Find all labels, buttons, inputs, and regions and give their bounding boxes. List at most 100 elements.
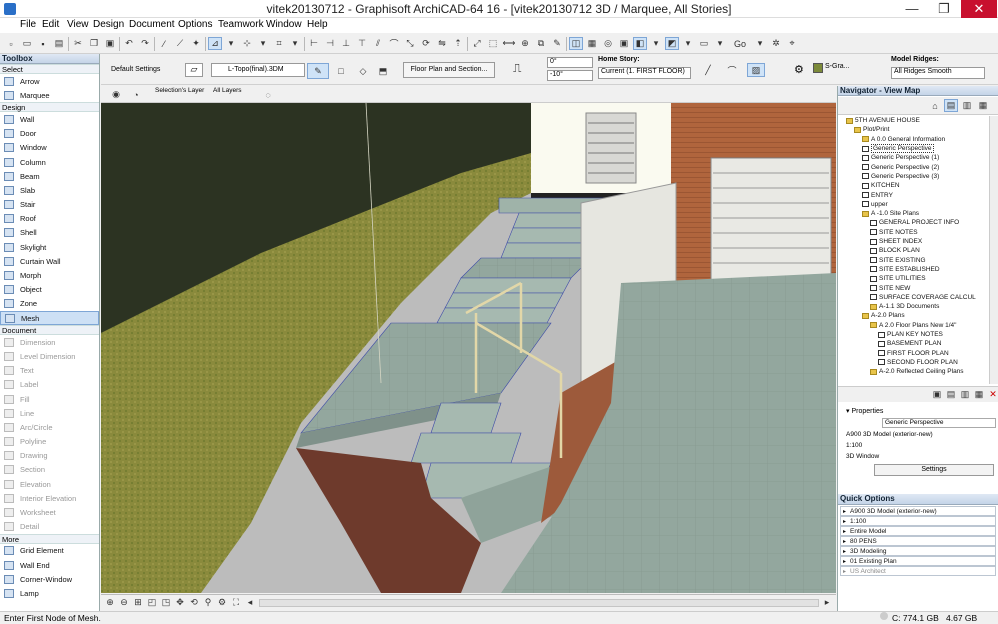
tool-beam[interactable]: Beam: [0, 169, 99, 183]
quick-option-row[interactable]: ▸ 1:100: [840, 516, 996, 526]
fit-in-window-icon[interactable]: ⊞: [131, 596, 145, 609]
new-file-icon[interactable]: ▫: [4, 37, 18, 50]
orbit-view-icon[interactable]: ⟲: [187, 596, 201, 609]
magic-wand-icon[interactable]: ✦: [189, 37, 203, 50]
camera-icon[interactable]: ▣: [617, 37, 631, 50]
toolbox-section-document[interactable]: Document: [0, 325, 99, 336]
tree-project[interactable]: 5TH AVENUE HOUSE: [846, 116, 920, 125]
mesh-method-rect-icon[interactable]: □: [333, 63, 349, 79]
floor-plan-section-button[interactable]: Floor Plan and Section...: [403, 62, 495, 78]
tree-view-item[interactable]: Generic Perspective (1): [862, 153, 939, 162]
tool-arrow[interactable]: Arrow: [0, 74, 99, 88]
ridge-type-icon[interactable]: ⌒: [723, 63, 741, 77]
perspective-dropdown-icon[interactable]: ▾: [681, 37, 695, 50]
rotate-icon[interactable]: ⟳: [419, 37, 433, 50]
tool-fill[interactable]: Fill: [0, 392, 99, 406]
tool-morph[interactable]: Morph: [0, 268, 99, 282]
tree-view-item[interactable]: SITE UTILITIES: [870, 274, 926, 283]
tool-level-dimension[interactable]: Level Dimension: [0, 349, 99, 363]
3d-style-dropdown-icon[interactable]: ▾: [649, 37, 663, 50]
toolbox-section-more[interactable]: More: [0, 533, 99, 544]
material-value[interactable]: S-Gra...: [825, 63, 850, 70]
tree-view-item[interactable]: GENERAL PROJECT INFO: [870, 218, 959, 227]
3d-window-icon[interactable]: ◫: [569, 37, 583, 50]
pick-up-icon[interactable]: ⁄: [157, 37, 171, 50]
menu-document[interactable]: Document: [129, 19, 175, 30]
view-settings-nav-icon[interactable]: ▦: [972, 388, 986, 401]
pen-icon[interactable]: ✎: [550, 37, 564, 50]
3d-style-icon[interactable]: ◧: [633, 37, 647, 50]
tool-line[interactable]: Line: [0, 406, 99, 420]
cut-icon[interactable]: ✂: [71, 37, 85, 50]
horizontal-scrollbar[interactable]: [259, 599, 819, 607]
menu-options[interactable]: Options: [178, 19, 212, 30]
tool-detail[interactable]: Detail: [0, 520, 99, 534]
save-icon[interactable]: ▪: [36, 37, 50, 50]
goto-button[interactable]: Go: [729, 37, 751, 50]
tree-folder[interactable]: A-2.0 Plans: [862, 311, 905, 320]
menu-design[interactable]: Design: [93, 19, 124, 30]
tree-folder[interactable]: A-2.0 Reflected Ceiling Plans: [870, 367, 964, 376]
grid-snap-icon[interactable]: ⌗: [272, 37, 286, 50]
tool-slab[interactable]: Slab: [0, 183, 99, 197]
guide-dropdown-icon[interactable]: ▾: [256, 37, 270, 50]
undo-icon[interactable]: ↶: [122, 37, 136, 50]
tool-worksheet[interactable]: Worksheet: [0, 505, 99, 519]
quick-option-row[interactable]: ▸ A900 3D Model (exterior-new): [840, 506, 996, 516]
mesh-method-rotated-icon[interactable]: ◇: [355, 63, 371, 79]
mesh-structure-icon[interactable]: ⬒: [375, 63, 391, 79]
next-zoom-icon[interactable]: ◳: [159, 596, 173, 609]
toolbox-section-select[interactable]: Select: [0, 64, 99, 74]
fullscreen-icon[interactable]: ⛶: [229, 596, 243, 609]
tree-view-item[interactable]: Generic Perspective: [862, 144, 934, 154]
tree-folder[interactable]: Plot/Print: [854, 125, 889, 134]
tool-text[interactable]: Text: [0, 364, 99, 378]
perspective-icon[interactable]: ◩: [665, 37, 679, 50]
properties-header[interactable]: ▾ Properties: [838, 404, 998, 415]
tool-label[interactable]: Label: [0, 378, 99, 392]
project-map-icon[interactable]: ⌂: [928, 99, 942, 112]
snap-guides-dropdown-icon[interactable]: ▾: [224, 37, 238, 50]
tool-marquee[interactable]: Marquee: [0, 88, 99, 102]
print-icon[interactable]: ▤: [52, 37, 66, 50]
tool-shell[interactable]: Shell: [0, 226, 99, 240]
intersect-icon[interactable]: ⊥: [339, 37, 353, 50]
grid-dropdown-icon[interactable]: ▾: [288, 37, 302, 50]
layout-book-icon[interactable]: ▥: [960, 99, 974, 112]
clone-folder-icon[interactable]: ▤: [944, 388, 958, 401]
quick-option-row[interactable]: ▸ 80 PENS: [840, 536, 996, 546]
guide-lines-icon[interactable]: ⊹: [240, 37, 254, 50]
open-file-icon[interactable]: ▭: [20, 37, 34, 50]
measure-icon[interactable]: ⟷: [502, 37, 516, 50]
redo-icon[interactable]: ↷: [138, 37, 152, 50]
view-map-icon[interactable]: ▤: [944, 99, 958, 112]
3d-navigation-icon[interactable]: ◉: [109, 88, 123, 101]
layer-icon[interactable]: ⧉: [534, 37, 548, 50]
tool-zone[interactable]: Zone: [0, 297, 99, 311]
quick-option-row[interactable]: ▸ US Architect: [840, 566, 996, 576]
tool-corner-window[interactable]: Corner-Window: [0, 572, 99, 586]
orbit-icon[interactable]: ◔: [129, 88, 143, 101]
tool-arc-circle[interactable]: Arc/Circle: [0, 420, 99, 434]
layout-dropdown-icon[interactable]: ▾: [713, 37, 727, 50]
tree-view-item[interactable]: SECOND FLOOR PLAN: [878, 358, 958, 367]
delete-view-icon[interactable]: ✕: [986, 388, 998, 401]
tool-interior-elevation[interactable]: Interior Elevation: [0, 491, 99, 505]
tree-view-item[interactable]: SURFACE COVERAGE CALCUL: [870, 293, 976, 302]
tree-view-item[interactable]: BLOCK PLAN: [870, 246, 920, 255]
home-story-select[interactable]: Current (1. FIRST FLOOR): [598, 67, 691, 79]
menu-view[interactable]: View: [67, 19, 89, 30]
tree-view-item[interactable]: Generic Perspective (2): [862, 163, 939, 172]
model-ridges-select[interactable]: All Ridges Smooth: [891, 67, 985, 79]
settings-button[interactable]: Settings: [874, 464, 994, 476]
all-layers-label[interactable]: All Layers: [213, 87, 242, 94]
elevate-icon[interactable]: ⇡: [451, 37, 465, 50]
trim-icon[interactable]: ⊢: [307, 37, 321, 50]
tool-grid-element[interactable]: Grid Element: [0, 544, 99, 558]
quick-option-row[interactable]: ▸ Entire Model: [840, 526, 996, 536]
navigate-icon[interactable]: ⌖: [785, 37, 799, 50]
adjust-icon[interactable]: ⊣: [323, 37, 337, 50]
pan-icon[interactable]: ✥: [173, 596, 187, 609]
pointer-icon[interactable]: ⤢: [470, 37, 484, 50]
inject-icon[interactable]: ⟋: [173, 37, 187, 50]
